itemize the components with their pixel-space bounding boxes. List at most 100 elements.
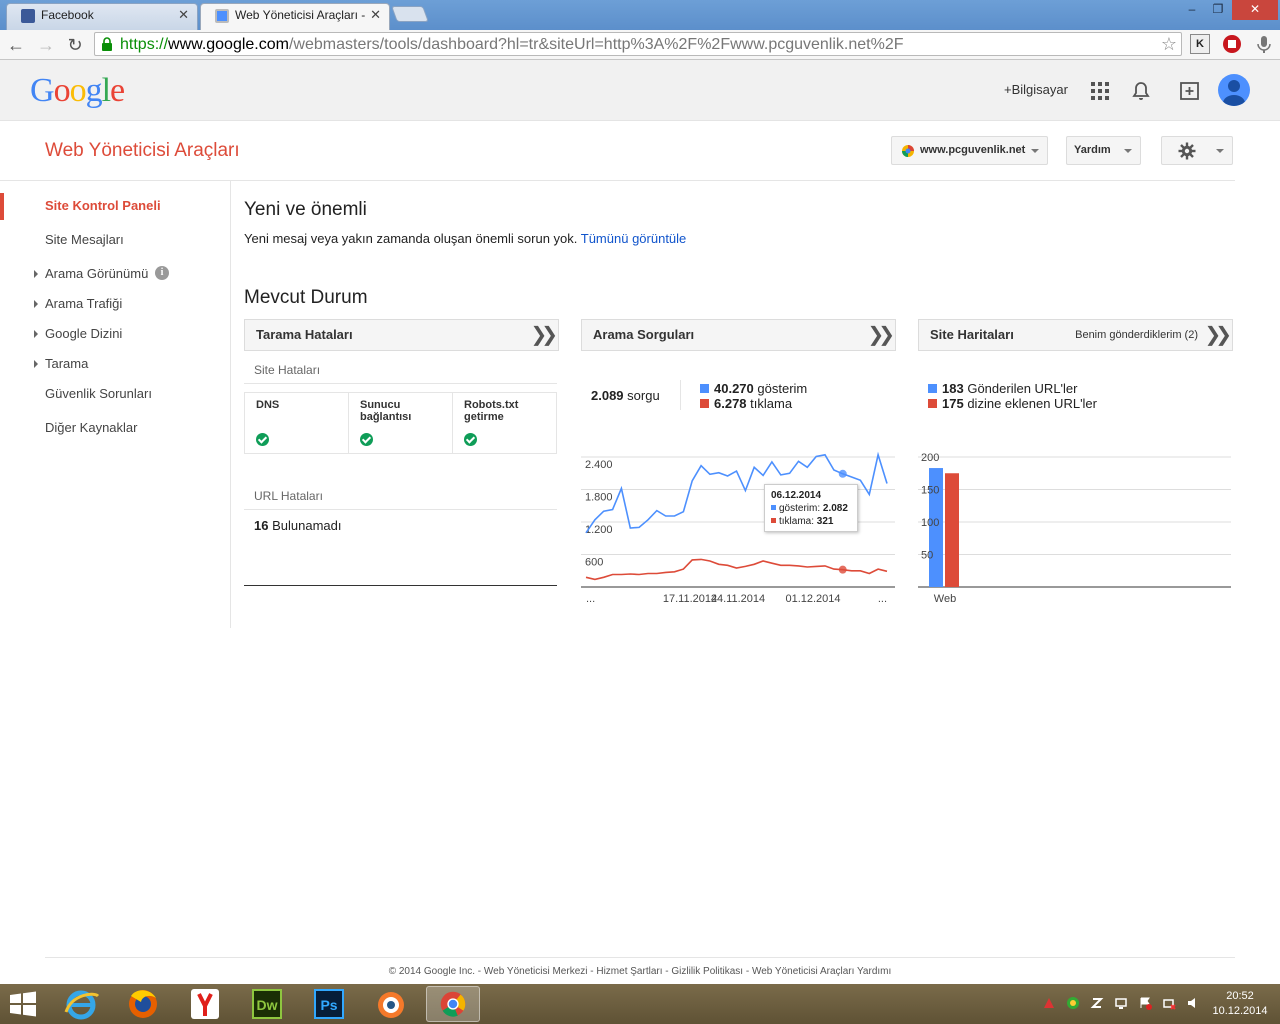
tray-network-icon[interactable] — [1162, 996, 1176, 1010]
tray-volume-icon[interactable] — [1186, 996, 1200, 1010]
y-tick-label: 1.200 — [585, 524, 613, 536]
blender-icon[interactable] — [364, 986, 418, 1022]
sidebar-item-crawl[interactable]: Tarama — [34, 356, 88, 371]
maximize-button[interactable]: ❐ — [1204, 0, 1232, 20]
tab-close-icon[interactable]: ✕ — [178, 4, 189, 26]
sidebar-item-search-traffic[interactable]: Arama Trafiği — [34, 296, 122, 311]
chart-tooltip: 06.12.2014 gösterim: 2.082 tıklama: 321 — [764, 484, 858, 532]
cell-label: bağlantısı — [360, 411, 412, 423]
forward-button[interactable]: → — [34, 33, 58, 57]
tray-update-icon[interactable] — [1066, 996, 1080, 1010]
indexed-urls-legend: 175 dizine eklenen URL'ler — [928, 396, 1097, 411]
y-tick-label: 50 — [921, 550, 933, 562]
expand-triangle-icon — [34, 300, 38, 308]
photoshop-icon[interactable]: Ps — [302, 986, 356, 1022]
google-logo[interactable]: Google — [30, 72, 125, 110]
divider — [244, 509, 557, 510]
sitemaps-bar-chart[interactable]: 200 150 100 50 Web — [918, 445, 1233, 610]
crawl-errors-header[interactable]: Tarama Hataları ❯❯ — [244, 319, 559, 351]
robots-fetch-cell[interactable]: Robots.txt getirme — [453, 393, 557, 453]
my-submissions-label[interactable]: Benim gönderdiklerim (2) — [1075, 320, 1198, 350]
extension-k-icon[interactable]: K — [1190, 34, 1210, 54]
view-all-link[interactable]: Tümünü görüntüle — [581, 231, 687, 246]
double-chevron-right-icon[interactable]: ❯❯ — [867, 320, 894, 350]
sidebar-item-messages[interactable]: Site Mesajları — [45, 232, 124, 247]
browser-tab-strip: Facebook ✕ Web Yöneticisi Araçları - S ✕… — [0, 0, 1280, 30]
chrome-icon[interactable] — [426, 986, 480, 1022]
tray-zip-icon[interactable] — [1090, 996, 1104, 1010]
webmaster-favicon-icon — [215, 9, 229, 23]
search-queries-header[interactable]: Arama Sorguları ❯❯ — [581, 319, 896, 351]
chevron-down-icon — [1124, 149, 1132, 153]
tray-network-tools-icon[interactable] — [1042, 996, 1056, 1010]
double-chevron-right-icon[interactable]: ❯❯ — [530, 320, 557, 350]
help-dropdown[interactable]: Yardım — [1066, 136, 1141, 165]
yandex-icon[interactable] — [178, 986, 232, 1022]
url-errors-not-found[interactable]: 16 Bulunamadı — [254, 518, 341, 533]
reload-button[interactable]: ↻ — [63, 33, 87, 57]
site-errors-label: Site Hataları — [254, 363, 321, 377]
firefox-icon[interactable] — [116, 986, 170, 1022]
bookmark-star-icon[interactable]: ☆ — [1161, 33, 1177, 55]
site-selector-label: www.pcguvenlik.net — [920, 144, 1026, 156]
stat-divider — [680, 380, 681, 410]
share-plus-icon[interactable] — [1179, 80, 1201, 102]
y-tick-label: 2.400 — [585, 459, 613, 471]
expand-triangle-icon — [34, 330, 38, 338]
y-tick-label: 600 — [585, 557, 603, 569]
x-tick-label: 17.11.2014 — [663, 593, 717, 605]
logo-letter: o — [69, 72, 87, 109]
server-connectivity-cell[interactable]: Sunucu bağlantısı — [349, 393, 453, 453]
legend-swatch — [700, 384, 709, 393]
stop-icon[interactable] — [1222, 34, 1242, 54]
dreamweaver-icon[interactable]: Dw — [240, 986, 294, 1022]
divider — [244, 383, 557, 384]
sidebar-item-dashboard[interactable]: Site Kontrol Paneli — [45, 198, 161, 213]
info-icon[interactable]: i — [155, 266, 169, 280]
news-message: Yeni mesaj veya yakın zamanda oluşan öne… — [244, 231, 687, 246]
windows-taskbar: Dw Ps 20:52 10.12.2014 — [0, 984, 1280, 1024]
ps-label: Ps — [320, 997, 337, 1013]
sidebar-item-google-index[interactable]: Google Dizini — [34, 326, 122, 341]
site-selector-dropdown[interactable]: www.pcguvenlik.net — [891, 136, 1048, 165]
minimize-button[interactable]: ‒ — [1178, 0, 1206, 20]
windows-start-icon[interactable] — [8, 990, 38, 1018]
plus-user-link[interactable]: +Bilgisayar — [1004, 82, 1068, 97]
logo-letter: o — [53, 72, 71, 109]
new-tab-button[interactable] — [391, 6, 429, 22]
site-favicon-icon — [902, 145, 914, 157]
tab-title: Web Yöneticisi Araçları - S — [235, 8, 365, 22]
check-circle-icon — [256, 433, 269, 446]
system-clock[interactable]: 20:52 10.12.2014 — [1208, 989, 1272, 1019]
sitemaps-header[interactable]: Site Haritaları Benim gönderdiklerim (2)… — [918, 319, 1233, 351]
tray-action-center-icon[interactable] — [1138, 996, 1152, 1010]
settings-dropdown[interactable] — [1161, 136, 1233, 165]
sidebar-item-other-resources[interactable]: Diğer Kaynaklar — [45, 420, 138, 435]
footer-links[interactable]: © 2014 Google Inc. - Web Yöneticisi Merk… — [0, 966, 1280, 977]
sidebar-item-security-issues[interactable]: Güvenlik Sorunları — [45, 386, 152, 401]
legend-swatch — [928, 384, 937, 393]
tray-display-icon[interactable] — [1114, 996, 1128, 1010]
back-button[interactable]: ← — [4, 33, 28, 57]
tooltip-date: 06.12.2014 — [771, 490, 822, 501]
user-silhouette-icon — [1223, 80, 1245, 106]
window-close-button[interactable]: ✕ — [1232, 0, 1278, 20]
notification-bell-icon[interactable] — [1130, 80, 1152, 102]
avatar[interactable] — [1218, 74, 1250, 106]
queries-count: 2.089 sorgu — [591, 388, 660, 403]
mic-icon[interactable] — [1254, 34, 1274, 54]
product-title[interactable]: Web Yöneticisi Araçları — [45, 140, 240, 162]
tab-webmaster-tools[interactable]: Web Yöneticisi Araçları - S ✕ — [200, 3, 390, 30]
sidebar-item-search-appearance[interactable]: Arama Görünümü — [34, 266, 148, 281]
x-tick-label: 24.11.2014 — [711, 593, 765, 605]
tab-close-icon[interactable]: ✕ — [370, 4, 381, 26]
check-circle-icon — [464, 433, 477, 446]
y-tick-label: 200 — [921, 452, 939, 464]
dns-status-cell[interactable]: DNS — [245, 393, 349, 453]
apps-grid-icon[interactable] — [1089, 80, 1111, 102]
address-bar[interactable]: https://www.google.com/webmasters/tools/… — [94, 32, 1182, 56]
y-tick-label: 100 — [921, 517, 939, 529]
ie-icon[interactable] — [54, 986, 108, 1022]
double-chevron-right-icon[interactable]: ❯❯ — [1204, 320, 1231, 350]
tab-facebook[interactable]: Facebook ✕ — [6, 3, 198, 30]
